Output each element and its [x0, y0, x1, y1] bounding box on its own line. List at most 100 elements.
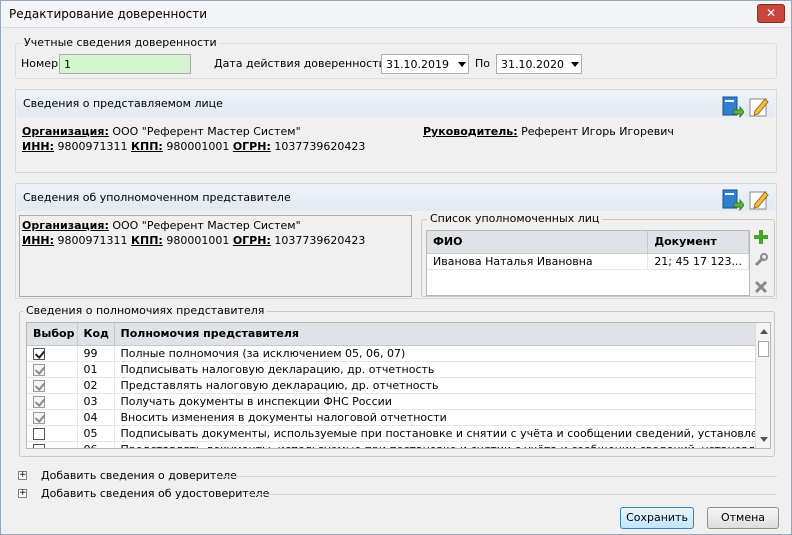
table-header-row: ФИО Документ: [427, 231, 749, 254]
code-cell: 01: [77, 361, 115, 378]
scroll-thumb[interactable]: [758, 341, 769, 357]
rep-inn-value: 9800971311: [54, 234, 132, 247]
date-to-value: 31.10.2020: [501, 58, 564, 71]
principal-inn-label: ИНН:: [22, 140, 55, 153]
powers-table: Выбор Код Полномочия представителя 99 Пол…: [26, 322, 771, 449]
table-row[interactable]: 03 Получать документы в инспекции ФНС Рос…: [27, 393, 756, 410]
window-title: Редактирование доверенности: [9, 7, 208, 21]
rep-inn-label: ИНН:: [22, 234, 55, 247]
date-from-value: 31.10.2019: [386, 58, 449, 71]
rep-org-label: Организация:: [22, 219, 109, 232]
rep-org-value: ООО "Референт Мастер Систем": [108, 219, 301, 232]
power-text-cell: Подписывать документы, используемые при …: [114, 425, 756, 442]
scroll-up-icon[interactable]: [760, 329, 768, 334]
cancel-button[interactable]: Отмена: [707, 507, 779, 529]
powers-legend: Сведения о полномочиях представителя: [23, 304, 268, 317]
code-cell: 99: [77, 345, 115, 362]
table-row[interactable]: 01 Подписывать налоговую декларацию, др. …: [27, 361, 756, 378]
column-header[interactable]: Полномочия представителя: [114, 323, 756, 346]
table-cell[interactable]: 21; 45 17 123...: [647, 253, 749, 270]
table-header-row: Выбор Код Полномочия представителя: [27, 323, 756, 346]
select-cell[interactable]: [27, 441, 78, 448]
row-checkbox[interactable]: [33, 395, 45, 408]
to-label: По: [475, 57, 491, 70]
principal-ogrn-value: 1037739620423: [270, 140, 366, 153]
edit-pencil-icon[interactable]: [749, 189, 771, 211]
title-bar: Редактирование доверенности ✕: [1, 1, 791, 28]
address-book-icon[interactable]: [722, 96, 745, 119]
principal-head-line: Руководитель: Референт Игорь Игоревич: [423, 125, 674, 138]
row-checkbox[interactable]: [33, 347, 45, 360]
number-label: Номер: [21, 57, 59, 70]
add-notary-expander[interactable]: Добавить сведения об удостоверителе: [41, 487, 269, 500]
rep-ogrn-value: 1037739620423: [270, 234, 366, 247]
table-row[interactable]: 06 Представлять документы, используемые п…: [27, 441, 756, 448]
principal-head-value: Референт Игорь Игоревич: [517, 125, 674, 138]
date-to-picker[interactable]: 31.10.2020: [496, 54, 582, 74]
scroll-down-icon[interactable]: [760, 437, 768, 442]
close-button[interactable]: ✕: [757, 4, 785, 23]
table-row[interactable]: 05 Подписывать документы, используемые пр…: [27, 425, 756, 442]
divider: [247, 494, 777, 495]
power-text-cell: Подписывать налоговую декларацию, др. от…: [114, 361, 756, 378]
authorized-list-legend: Список уполномоченных лиц: [427, 212, 603, 225]
column-header[interactable]: Код: [77, 323, 115, 346]
principal-ogrn-label: ОГРН:: [232, 140, 271, 153]
power-text-cell: Полные полномочия (за исключением 05, 06…: [114, 345, 756, 362]
row-checkbox[interactable]: [33, 427, 45, 440]
principal-org-line: Организация: ООО "Референт Мастер Систем…: [22, 125, 301, 138]
row-checkbox[interactable]: [33, 363, 45, 376]
representative-header-label: Сведения об уполномоченном представителе: [23, 191, 291, 204]
power-text-cell: Получать документы в инспекции ФНС Росси…: [114, 393, 756, 410]
wrench-icon[interactable]: [754, 253, 768, 267]
chevron-down-icon: [571, 62, 579, 67]
representative-header: Сведения об уполномоченном представителе: [17, 185, 775, 211]
principal-org-label: Организация:: [22, 125, 109, 138]
rep-org-line: Организация: ООО "Референт Мастер Систем…: [22, 219, 301, 232]
select-cell[interactable]: [27, 409, 78, 426]
table-cell[interactable]: Иванова Наталья Ивановна: [427, 253, 649, 270]
number-input[interactable]: 1: [59, 54, 191, 74]
select-cell[interactable]: [27, 377, 78, 394]
select-cell[interactable]: [27, 425, 78, 442]
code-cell: 03: [77, 393, 115, 410]
power-text-cell: Вносить изменения в документы налоговой …: [114, 409, 756, 426]
add-principal-expander[interactable]: Добавить сведения о доверителе: [41, 469, 237, 482]
date-label: Дата действия доверенности: С: [214, 57, 401, 70]
divider: [217, 476, 777, 477]
column-header[interactable]: ФИО: [427, 231, 649, 254]
principal-kpp-label: КПП:: [131, 140, 163, 153]
code-cell: 04: [77, 409, 115, 426]
column-header[interactable]: Выбор: [27, 323, 78, 346]
expand-plus-icon[interactable]: +: [18, 471, 27, 480]
rep-kpp-value: 980001001: [162, 234, 233, 247]
principal-header: Сведения о представляемом лице: [17, 91, 775, 117]
expand-plus-icon[interactable]: +: [18, 489, 27, 498]
code-cell: 02: [77, 377, 115, 394]
table-row[interactable]: 04 Вносить изменения в документы налогово…: [27, 409, 756, 426]
edit-pencil-icon[interactable]: [749, 96, 771, 118]
select-cell[interactable]: [27, 393, 78, 410]
code-cell: 06: [77, 441, 115, 448]
account-legend: Учетные сведения доверенности: [21, 36, 220, 49]
select-cell[interactable]: [27, 345, 78, 362]
save-button[interactable]: Сохранить: [620, 507, 694, 529]
address-book-icon[interactable]: [722, 189, 745, 212]
vertical-scrollbar[interactable]: [755, 323, 770, 448]
select-cell[interactable]: [27, 361, 78, 378]
principal-kpp-value: 980001001: [162, 140, 233, 153]
table-row[interactable]: Иванова Наталья Ивановна 21; 45 17 123..…: [427, 253, 749, 270]
delete-icon[interactable]: [754, 280, 768, 294]
table-row[interactable]: 02 Представлять налоговую декларацию, др.…: [27, 377, 756, 394]
row-checkbox[interactable]: [33, 379, 45, 392]
column-header[interactable]: Документ: [647, 231, 749, 254]
add-icon[interactable]: [754, 230, 768, 244]
row-checkbox[interactable]: [33, 443, 45, 448]
principal-org-value: ООО "Референт Мастер Систем": [108, 125, 301, 138]
row-checkbox[interactable]: [33, 411, 45, 424]
principal-head-label: Руководитель:: [423, 125, 518, 138]
rep-ids-line: ИНН: 9800971311 КПП: 980001001 ОГРН: 103…: [22, 234, 365, 247]
table-row[interactable]: 99 Полные полномочия (за исключением 05, …: [27, 345, 756, 362]
principal-header-label: Сведения о представляемом лице: [23, 97, 223, 110]
date-from-picker[interactable]: 31.10.2019: [381, 54, 469, 74]
